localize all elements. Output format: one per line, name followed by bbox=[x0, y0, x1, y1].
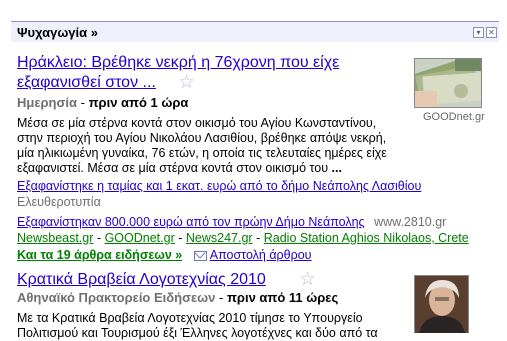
section-header: Ψυχαγωγία » ▾ ✕ bbox=[11, 21, 499, 42]
snippet-line: στην περιοχή του Αγίου Νικολάου Λασιθίου… bbox=[17, 131, 387, 145]
story-time: πριν από 1 ώρα bbox=[88, 95, 189, 110]
portrait-photo bbox=[415, 276, 468, 333]
related-source: www.2810.gr bbox=[374, 215, 447, 229]
related-article-link[interactable]: Εξαφανίστηκε η ταμίας και 1 εκατ. ευρώ α… bbox=[17, 179, 421, 193]
source-separator: - bbox=[96, 231, 102, 245]
star-icon[interactable]: ☆ bbox=[178, 73, 195, 92]
source-link[interactable]: GOODnet.gr bbox=[105, 231, 175, 245]
source-link[interactable]: Radio Station Aghios Nikolaos, Crete bbox=[264, 231, 469, 245]
story-time: πριν από 11 ώρες bbox=[226, 290, 339, 305]
story-source: Αθηναϊκό Πρακτορείο Ειδήσεων bbox=[17, 290, 216, 305]
related-source: Ελευθεροτυπία bbox=[17, 195, 101, 209]
story-title-link[interactable]: Κρατικά Βραβεία Λογοτεχνίας 2010 bbox=[17, 271, 266, 288]
source-list: Newsbeast.gr - GOODnet.gr - News247.gr -… bbox=[17, 230, 497, 246]
meta-separator: - bbox=[219, 290, 224, 305]
mail-icon[interactable] bbox=[193, 250, 207, 261]
snippet-line: Μέσα σε μία στέρνα κοντά στον οικισμό το… bbox=[17, 116, 377, 130]
more-articles-link[interactable]: Και τα 19 άρθρα ειδήσεων » bbox=[17, 248, 182, 262]
story-snippet: Με τα Κρατικά Βραβεία Λογοτεχνίας 2010 τ… bbox=[17, 311, 412, 341]
related-article-link[interactable]: Εξαφανίστηκαν 800.000 ευρώ από τον πρώην… bbox=[17, 215, 365, 229]
section-title-link[interactable]: Ψυχαγωγία » bbox=[17, 25, 98, 40]
star-icon[interactable]: ☆ bbox=[299, 270, 316, 289]
snippet-ellipsis: ... bbox=[331, 161, 342, 175]
snippet-line: εξαφανιστεί. Μέσα σε μία στέρνα κοντά στ… bbox=[17, 161, 329, 175]
thumbnail-caption: GOODnet.gr bbox=[423, 111, 485, 123]
story-thumbnail[interactable] bbox=[414, 58, 482, 108]
close-icon[interactable]: ✕ bbox=[486, 27, 497, 38]
story-title-link-cont[interactable]: εξαφανισθεί στον ... bbox=[17, 74, 156, 91]
story-snippet: Μέσα σε μία στέρνα κοντά στον οικισμό το… bbox=[17, 116, 412, 176]
story-title-link[interactable]: Ηράκλειο: Βρέθηκε νεκρή η 76χρονη που εί… bbox=[17, 54, 339, 71]
snippet-line: μία ηλικιωμένη γυναίκα, 76 ετών, η οποία… bbox=[17, 146, 387, 160]
snippet-line: Με τα Κρατικά Βραβεία Λογοτεχνίας 2010 τ… bbox=[17, 311, 363, 325]
source-link[interactable]: Newsbeast.gr bbox=[17, 231, 93, 245]
source-separator: - bbox=[256, 231, 261, 245]
source-separator: - bbox=[178, 231, 183, 245]
source-link[interactable]: News247.gr bbox=[186, 231, 253, 245]
email-article-link[interactable]: Αποστολή άρθρου bbox=[210, 248, 312, 262]
story-source: Ημερησία bbox=[17, 95, 77, 110]
story-thumbnail[interactable] bbox=[414, 275, 469, 333]
minimize-icon[interactable]: ▾ bbox=[473, 27, 484, 38]
money-photo bbox=[415, 59, 481, 107]
snippet-line: Πολιτισμού και Τουρισμού έξι Έλληνες λογ… bbox=[17, 326, 378, 340]
meta-separator: - bbox=[80, 95, 85, 110]
